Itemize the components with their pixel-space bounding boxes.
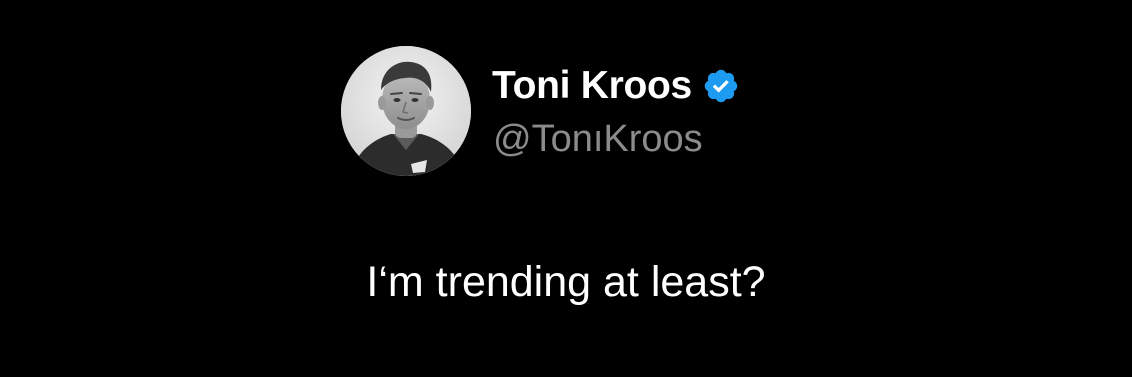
author-handle[interactable]: @TonıKroos (493, 116, 703, 162)
tweet-card: Toni Kroos @TonıKroos I‘m trending at le… (0, 0, 1132, 377)
author-display-name[interactable]: Toni Kroos (492, 62, 692, 110)
author-avatar[interactable] (341, 46, 471, 176)
avatar-photo-icon (341, 46, 471, 176)
author-name-row[interactable]: Toni Kroos (492, 62, 740, 110)
tweet-text: I‘m trending at least? (366, 258, 766, 306)
verified-badge-icon (704, 69, 738, 103)
